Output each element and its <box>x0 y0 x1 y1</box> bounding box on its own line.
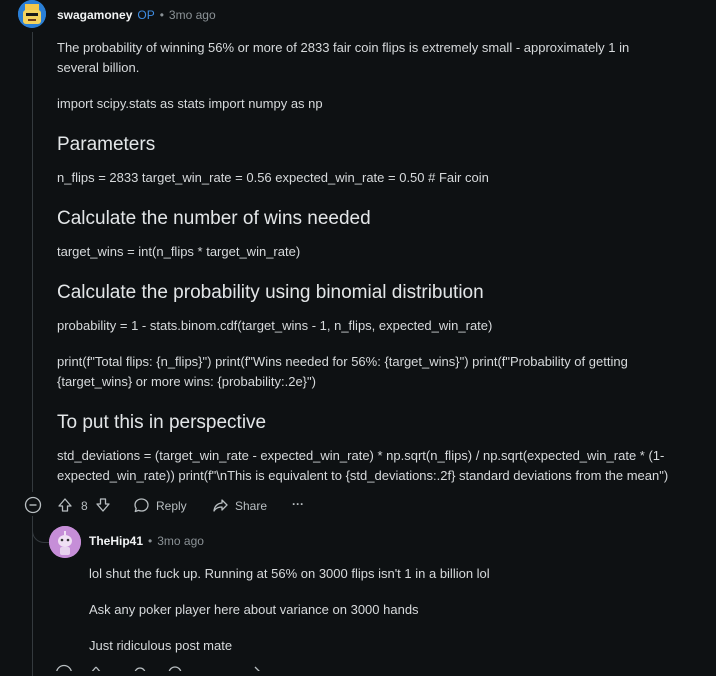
upvote-button[interactable] <box>57 497 73 513</box>
reply-line: Ask any poker player here about variance… <box>89 602 419 617</box>
std-text: std_deviations = (target_win_rate - expe… <box>57 446 712 486</box>
comment-bubble-icon <box>134 498 149 513</box>
print-line: print(f"Total flips: {n_flips}") print(f… <box>57 354 628 369</box>
avatar[interactable] <box>18 0 46 28</box>
username[interactable]: swagamoney <box>57 8 132 22</box>
op-badge: OP <box>137 8 155 22</box>
imports-text: import scipy.stats as stats import numpy… <box>57 96 323 111</box>
heading-calc-probability: Calculate the probability using binomial… <box>57 282 484 303</box>
collapse-button[interactable] <box>24 496 42 514</box>
minus-circle-icon <box>24 496 42 514</box>
probability-text: probability = 1 - stats.binom.cdf(target… <box>57 318 493 333</box>
thread-line-main <box>32 32 33 492</box>
std-line: std_deviations = (target_win_rate - expe… <box>57 448 665 463</box>
timestamp[interactable]: 3mo ago <box>157 534 204 548</box>
reply-button[interactable]: Reply <box>133 497 187 514</box>
reply-line: lol shut the fuck up. Running at 56% on … <box>89 566 490 581</box>
vote-count: 8 <box>81 499 88 513</box>
timestamp[interactable]: 3mo ago <box>169 8 216 22</box>
paragraph-line: several billion. <box>57 60 140 75</box>
downvote-button[interactable] <box>95 497 111 513</box>
target-wins-text: target_wins = int(n_flips * target_win_r… <box>57 244 301 259</box>
upvote-icon <box>58 498 72 512</box>
more-options-button[interactable]: ··· <box>292 497 304 511</box>
print-line: {target_wins} or more wins: {probability… <box>57 374 316 389</box>
heading-parameters: Parameters <box>57 134 156 155</box>
heading-perspective: To put this in perspective <box>57 412 267 433</box>
comment-paragraph: The probability of winning 56% or more o… <box>57 38 707 78</box>
downvote-icon <box>96 498 110 512</box>
std-line: expected_win_rate)) print(f"\nThis is eq… <box>57 468 669 483</box>
comment-header: swagamoney OP • 3mo ago <box>57 8 216 22</box>
username[interactable]: TheHip41 <box>89 534 143 548</box>
action-bar: 8 Reply Share ··· <box>0 494 716 518</box>
reply-line: Just ridiculous post mate <box>89 638 233 653</box>
print-text: print(f"Total flips: {n_flips}") print(f… <box>57 352 712 392</box>
params-text: n_flips = 2833 target_win_rate = 0.56 ex… <box>57 170 489 185</box>
paragraph-line: The probability of winning 56% or more o… <box>57 40 630 55</box>
thread-branch <box>32 526 49 543</box>
next-action-bar <box>55 664 355 671</box>
comment-header: TheHip41 • 3mo ago <box>89 534 204 548</box>
separator-dot: • <box>159 8 164 22</box>
share-icon <box>213 499 228 512</box>
heading-calc-wins: Calculate the number of wins needed <box>57 208 371 229</box>
separator-dot: • <box>148 534 153 548</box>
avatar[interactable] <box>49 526 81 558</box>
thread-line-child <box>32 516 33 676</box>
reply-label: Reply <box>156 498 187 513</box>
share-button[interactable]: Share <box>212 497 267 514</box>
share-label: Share <box>235 498 268 513</box>
